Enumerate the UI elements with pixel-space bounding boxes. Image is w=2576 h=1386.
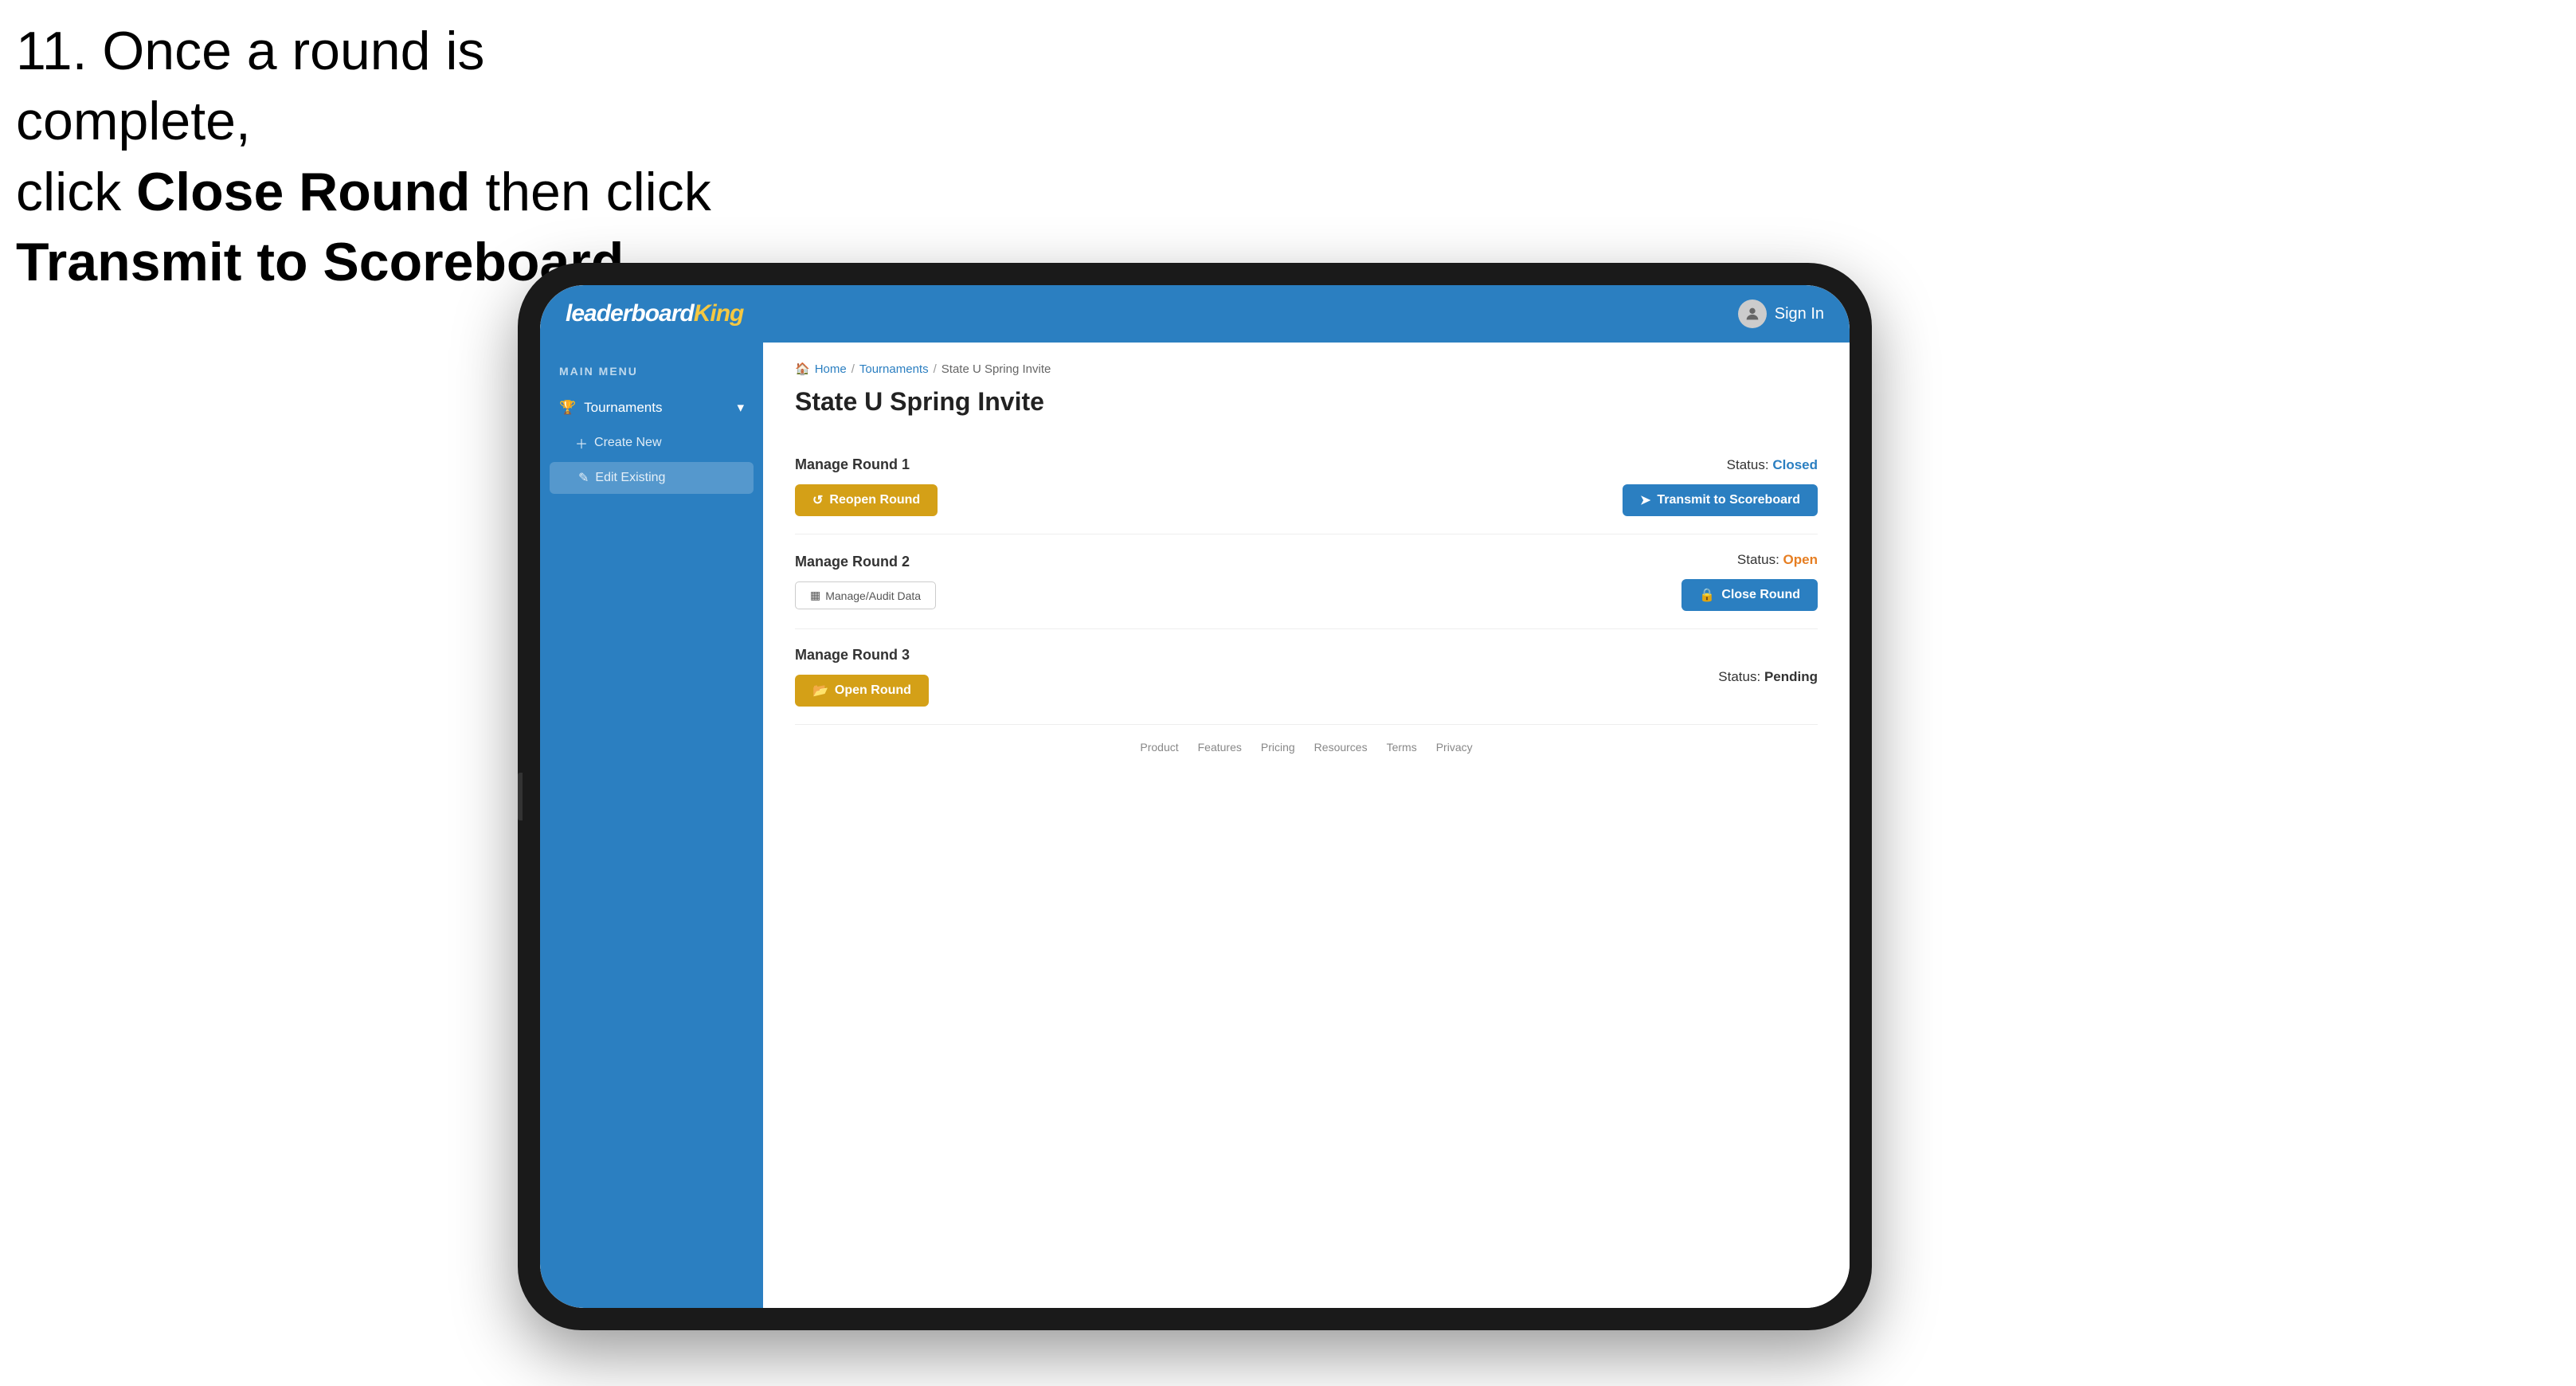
page-title: State U Spring Invite — [795, 387, 1818, 417]
breadcrumb-sep1: / — [851, 362, 855, 376]
round-3-status-label: Status: — [1718, 669, 1760, 684]
transmit-label: Transmit to Scoreboard — [1657, 493, 1800, 507]
avatar-icon — [1738, 300, 1767, 328]
round-2-left: Manage Round 2 ▦ Manage/Audit Data — [795, 554, 936, 609]
round-1-section: Manage Round 1 ↺ Reopen Round Status: Cl… — [795, 439, 1818, 534]
logo-accent: King — [694, 300, 744, 327]
edit-existing-label: Edit Existing — [595, 471, 665, 485]
reopen-round-label: Reopen Round — [829, 493, 920, 507]
open-round-label: Open Round — [835, 683, 911, 698]
folder-open-icon: 📂 — [812, 683, 828, 699]
sidebar-tournaments-label: Tournaments — [584, 400, 662, 416]
sidebar-item-tournaments[interactable]: 🏆 Tournaments ▾ — [540, 390, 763, 425]
round-2-status-label: Status: — [1737, 552, 1779, 567]
round-3-title: Manage Round 3 — [795, 647, 929, 664]
round-3-left: Manage Round 3 📂 Open Round — [795, 647, 929, 707]
footer-features[interactable]: Features — [1198, 741, 1242, 754]
round-2-section: Manage Round 2 ▦ Manage/Audit Data Statu… — [795, 534, 1818, 629]
plus-icon: ＋ — [575, 433, 588, 452]
edit-icon: ✎ — [578, 470, 589, 486]
chevron-down-icon: ▾ — [737, 400, 744, 416]
breadcrumb-home[interactable]: Home — [815, 362, 847, 376]
round-1-title: Manage Round 1 — [795, 456, 938, 473]
close-round-label: Close Round — [1721, 588, 1800, 602]
breadcrumb-current: State U Spring Invite — [942, 362, 1051, 376]
footer-resources[interactable]: Resources — [1314, 741, 1368, 754]
round-1-status: Status: Closed — [1727, 457, 1818, 473]
breadcrumb: 🏠 Home / Tournaments / State U Spring In… — [795, 362, 1818, 376]
content-area: 🏠 Home / Tournaments / State U Spring In… — [763, 343, 1850, 1308]
table-icon: ▦ — [810, 589, 820, 602]
transmit-to-scoreboard-button[interactable]: ➤ Transmit to Scoreboard — [1623, 484, 1818, 516]
round-1-status-label: Status: — [1727, 457, 1769, 472]
top-bar: leaderboardKing Sign In — [540, 285, 1850, 343]
main-layout: MAIN MENU 🏆 Tournaments ▾ ＋ Create New — [540, 343, 1850, 1308]
trophy-icon: 🏆 — [559, 400, 576, 416]
instruction-line2-post: then click — [470, 162, 711, 222]
instruction-bold1: Close Round — [136, 162, 470, 222]
app-container: leaderboardKing Sign In MAIN MENU — [540, 285, 1850, 1308]
sidebar: MAIN MENU 🏆 Tournaments ▾ ＋ Create New — [540, 343, 763, 1308]
round-2-status: Status: Open — [1737, 552, 1818, 568]
breadcrumb-tournaments[interactable]: Tournaments — [859, 362, 929, 376]
content-footer: Product Features Pricing Resources Terms… — [795, 725, 1818, 762]
main-menu-label: MAIN MENU — [540, 358, 763, 390]
refresh-icon: ↺ — [812, 492, 823, 508]
lock-icon: 🔒 — [1699, 587, 1715, 603]
round-2-title: Manage Round 2 — [795, 554, 936, 570]
sidebar-item-tournaments-left: 🏆 Tournaments — [559, 400, 662, 416]
open-round-button[interactable]: 📂 Open Round — [795, 675, 929, 707]
reopen-round-button[interactable]: ↺ Reopen Round — [795, 484, 938, 516]
tablet-screen: leaderboardKing Sign In MAIN MENU — [540, 285, 1850, 1308]
close-round-button[interactable]: 🔒 Close Round — [1681, 579, 1818, 611]
breadcrumb-home-icon: 🏠 — [795, 362, 810, 376]
instruction-block: 11. Once a round is complete, click Clos… — [16, 16, 733, 298]
round-3-right: Status: Pending — [1718, 669, 1818, 685]
sidebar-item-edit-existing[interactable]: ✎ Edit Existing — [550, 462, 754, 494]
round-2-status-value: Open — [1783, 552, 1818, 567]
breadcrumb-sep2: / — [934, 362, 937, 376]
footer-product[interactable]: Product — [1140, 741, 1178, 754]
footer-privacy[interactable]: Privacy — [1436, 741, 1473, 754]
manage-audit-button[interactable]: ▦ Manage/Audit Data — [795, 581, 936, 609]
round-3-section: Manage Round 3 📂 Open Round Status: Pend… — [795, 629, 1818, 725]
tablet-device: leaderboardKing Sign In MAIN MENU — [518, 263, 1872, 1330]
round-3-status-value: Pending — [1764, 669, 1818, 684]
manage-audit-label: Manage/Audit Data — [825, 589, 921, 602]
round-3-status: Status: Pending — [1718, 669, 1818, 685]
tablet-side-button — [518, 773, 523, 820]
sign-in-area[interactable]: Sign In — [1738, 300, 1824, 328]
round-1-left: Manage Round 1 ↺ Reopen Round — [795, 456, 938, 516]
round-2-right: Status: Open 🔒 Close Round — [1681, 552, 1818, 611]
footer-pricing[interactable]: Pricing — [1261, 741, 1295, 754]
sidebar-item-create-new[interactable]: ＋ Create New — [540, 425, 763, 460]
sign-in-label[interactable]: Sign In — [1775, 305, 1824, 323]
round-1-right: Status: Closed ➤ Transmit to Scoreboard — [1623, 457, 1818, 516]
send-icon: ➤ — [1640, 492, 1650, 508]
footer-terms[interactable]: Terms — [1387, 741, 1417, 754]
instruction-line2-pre: click — [16, 162, 136, 222]
app-logo: leaderboardKing — [566, 300, 743, 327]
round-1-status-value: Closed — [1772, 457, 1818, 472]
create-new-label: Create New — [594, 436, 661, 450]
instruction-line1: 11. Once a round is complete, — [16, 21, 484, 151]
